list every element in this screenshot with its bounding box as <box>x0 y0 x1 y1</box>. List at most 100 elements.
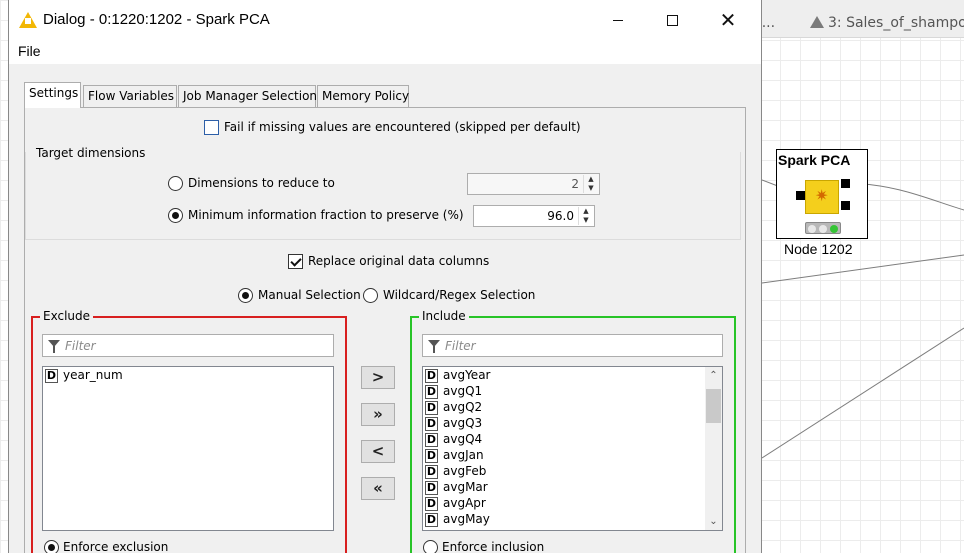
scrollbar-thumb[interactable] <box>706 389 721 423</box>
list-item[interactable]: DavgQ4 <box>423 431 722 447</box>
list-item[interactable]: DavgFeb <box>423 463 722 479</box>
spinner-arrows[interactable]: ▲ ▼ <box>578 207 593 225</box>
status-light-green <box>830 225 838 233</box>
column-name: avgQ2 <box>443 400 483 414</box>
menu-file[interactable]: File <box>18 43 41 59</box>
double-type-icon: D <box>425 481 438 495</box>
tab-job-manager-selection[interactable]: Job Manager Selection <box>178 85 317 107</box>
dimensions-reduce-radio[interactable] <box>168 176 183 191</box>
dimensions-reduce-label: Dimensions to reduce to <box>188 176 335 190</box>
replace-columns-checkbox[interactable] <box>288 254 303 269</box>
include-list[interactable]: DavgYear DavgQ1 DavgQ2 DavgQ3 DavgQ4 Dav… <box>422 366 723 531</box>
column-name: avgYear <box>443 368 491 382</box>
spinner-up-icon[interactable]: ▲ <box>579 207 593 216</box>
list-item[interactable]: DavgJan <box>423 447 722 463</box>
exclude-filter-placeholder: Filter <box>65 339 96 353</box>
manual-selection-radio[interactable] <box>238 288 253 303</box>
list-item[interactable]: DavgApr <box>423 495 722 511</box>
spinner-down-icon[interactable]: ▼ <box>584 184 598 193</box>
spinner-down-icon[interactable]: ▼ <box>579 216 593 225</box>
list-item[interactable]: Dyear_num <box>43 367 333 383</box>
column-name: avgQ3 <box>443 416 483 430</box>
include-title: Include <box>419 309 469 323</box>
list-item[interactable]: DavgYear <box>423 367 722 383</box>
scroll-down-icon[interactable]: ⌄ <box>705 513 722 530</box>
exclude-title: Exclude <box>40 309 94 323</box>
spinner-up-icon[interactable]: ▲ <box>584 175 598 184</box>
close-icon: ✕ <box>719 8 737 32</box>
double-type-icon: D <box>425 401 438 415</box>
double-type-icon: D <box>425 513 438 527</box>
double-type-icon: D <box>425 385 438 399</box>
target-dimensions-title: Target dimensions <box>34 146 148 160</box>
column-name: avgApr <box>443 496 486 510</box>
node-title: Spark PCA <box>778 152 851 168</box>
minimize-icon <box>613 20 623 21</box>
spark-pca-node-icon[interactable]: ✷ <box>805 180 839 214</box>
dimensions-spinner[interactable]: 2 ▲ ▼ <box>467 173 600 195</box>
filter-icon <box>428 340 440 353</box>
exclude-list[interactable]: Dyear_num <box>42 366 334 531</box>
add-all-button[interactable]: » <box>361 403 395 426</box>
close-button[interactable]: ✕ <box>705 0 751 40</box>
node-label[interactable]: Node 1202 <box>784 241 853 257</box>
exclude-filter-input[interactable]: Filter <box>42 334 334 357</box>
min-info-fraction-value: 96.0 <box>547 209 574 223</box>
list-item[interactable]: DavgQ3 <box>423 415 722 431</box>
list-item[interactable]: DavgQ1 <box>423 383 722 399</box>
status-light-red <box>808 225 816 233</box>
include-filter-input[interactable]: Filter <box>422 334 723 357</box>
input-port[interactable] <box>796 191 805 200</box>
maximize-icon <box>666 15 678 26</box>
list-item[interactable]: DavgQ2 <box>423 399 722 415</box>
column-name: avgMar <box>443 480 488 494</box>
spark-icon: ✷ <box>815 186 829 205</box>
minimize-button[interactable] <box>595 0 641 40</box>
node-status-traffic-light <box>805 222 841 234</box>
enforce-exclusion-radio[interactable] <box>44 540 59 553</box>
target-dimensions-group <box>25 152 741 240</box>
column-name: avgFeb <box>443 464 487 478</box>
tab-settings[interactable]: Settings <box>24 82 81 108</box>
tab-flow-variables[interactable]: Flow Variables <box>83 85 177 107</box>
double-type-icon: D <box>425 465 438 479</box>
double-type-icon: D <box>425 433 438 447</box>
maximize-button[interactable] <box>649 0 695 40</box>
tab-memory-policy[interactable]: Memory Policy <box>317 85 409 107</box>
status-light-yellow <box>819 225 827 233</box>
double-type-icon: D <box>425 449 438 463</box>
double-type-icon: D <box>425 417 438 431</box>
filter-icon <box>48 340 60 353</box>
min-info-fraction-radio[interactable] <box>168 208 183 223</box>
output-port-2[interactable] <box>841 201 850 210</box>
menu-bar: File <box>9 40 761 64</box>
fail-missing-checkbox[interactable] <box>204 120 219 135</box>
add-button[interactable]: > <box>361 366 395 389</box>
dialog-titlebar[interactable]: Dialog - 0:1220:1202 - Spark PCA ✕ <box>9 0 761 40</box>
wildcard-selection-radio[interactable] <box>363 288 378 303</box>
dialog-title: Dialog - 0:1220:1202 - Spark PCA <box>43 11 270 28</box>
column-name: avgMay <box>443 512 490 526</box>
remove-all-button[interactable]: « <box>361 477 395 500</box>
min-info-fraction-spinner[interactable]: 96.0 ▲ ▼ <box>473 205 595 227</box>
double-type-icon: D <box>425 369 438 383</box>
column-name: avgJan <box>443 448 484 462</box>
scroll-up-icon[interactable]: ⌃ <box>705 367 722 384</box>
remove-button[interactable]: < <box>361 440 395 463</box>
output-port-1[interactable] <box>841 179 850 188</box>
enforce-exclusion-label: Enforce exclusion <box>63 540 169 553</box>
manual-selection-label: Manual Selection <box>258 288 361 302</box>
dimensions-value: 2 <box>571 177 579 191</box>
list-item[interactable]: DavgMay <box>423 511 722 527</box>
list-item[interactable]: DavgMar <box>423 479 722 495</box>
enforce-inclusion-radio[interactable] <box>423 540 438 553</box>
column-name: year_num <box>63 368 123 382</box>
replace-columns-label: Replace original data columns <box>308 254 490 268</box>
fail-missing-label: Fail if missing values are encountered (… <box>224 120 581 134</box>
include-list-scrollbar[interactable]: ⌃ ⌄ <box>705 367 722 530</box>
min-info-fraction-label: Minimum information fraction to preserve… <box>188 208 464 222</box>
column-name: avgQ4 <box>443 432 483 446</box>
wildcard-selection-label: Wildcard/Regex Selection <box>383 288 536 302</box>
include-filter-placeholder: Filter <box>445 339 476 353</box>
spinner-arrows[interactable]: ▲ ▼ <box>583 175 598 193</box>
